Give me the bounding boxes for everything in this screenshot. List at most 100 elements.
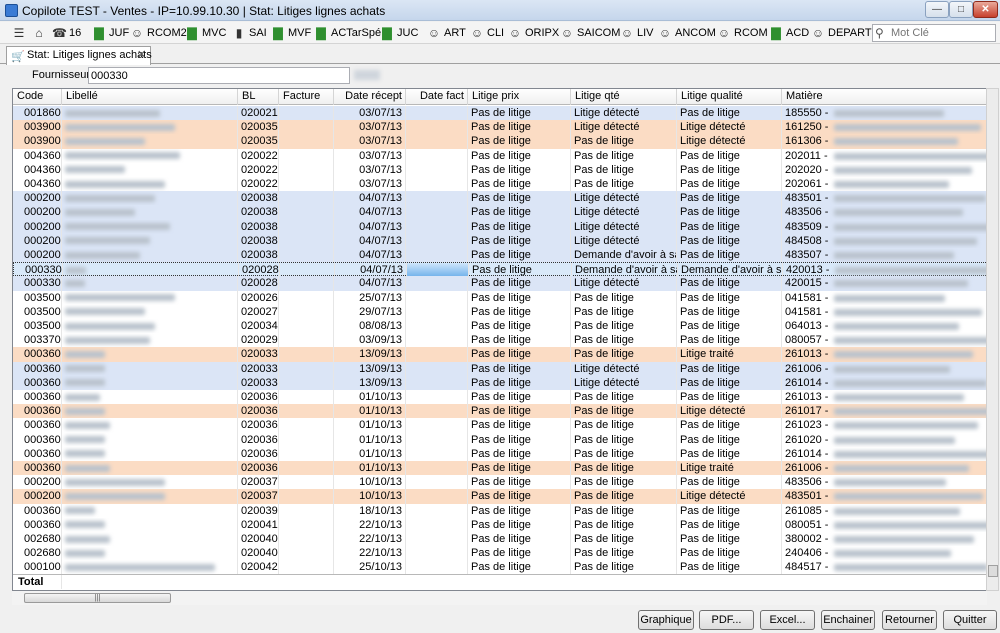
redacted-text <box>834 493 983 501</box>
toolbar-item-juf[interactable]: ▇ JUF <box>92 24 129 42</box>
search-input[interactable] <box>891 26 991 40</box>
toolbar-item-art[interactable]: ☺ ART <box>427 24 466 42</box>
cell-date: 03/07/13 <box>334 106 406 121</box>
toolbar-item-home[interactable]: ⌂ <box>32 24 49 42</box>
table-row[interactable]: 000360 020036 01/10/13 Pas de litige Pas de … <box>13 461 986 476</box>
cell-code: 003500 <box>13 290 62 305</box>
minimize-button[interactable]: — <box>925 1 949 18</box>
table-row[interactable]: 003900 020035 03/07/13 Pas de litige Pas de … <box>13 134 986 149</box>
column-header[interactable]: Litige qté <box>571 89 677 105</box>
table-row[interactable]: 003900 020035 03/07/13 Pas de litige Litige … <box>13 120 986 135</box>
toolbar-item-rcom[interactable]: ☺ RCOM <box>717 24 768 42</box>
cell-libelle <box>62 134 238 149</box>
quitter-button[interactable]: Quitter <box>943 610 997 630</box>
graphique-button[interactable]: Graphique <box>638 610 694 630</box>
table-row[interactable]: 000360 020033 13/09/13 Pas de litige Pas de … <box>13 347 986 362</box>
table-row[interactable]: 000200 020038 04/07/13 Pas de litige Demande… <box>13 248 986 263</box>
toolbar-item-cli[interactable]: ☺ CLI <box>470 24 504 42</box>
table-row[interactable]: 000200 020038 04/07/13 Pas de litige Litige … <box>13 205 986 220</box>
redacted-text <box>65 194 155 202</box>
table-row[interactable]: 003500 020034 08/08/13 Pas de litige Pas de … <box>13 319 986 334</box>
redacted-text <box>834 536 974 543</box>
search-box[interactable]: ⚲ <box>872 24 996 42</box>
column-header[interactable]: Libellé <box>62 89 238 105</box>
table-row[interactable]: 000330 020028 04/07/13 Pas de litige Demande… <box>13 262 986 278</box>
table-row[interactable]: 000360 020041 22/10/13 Pas de litige Pas de … <box>13 517 986 532</box>
table-row[interactable]: 002680 020040 22/10/13 Pas de litige Pas de … <box>13 532 986 547</box>
column-header[interactable]: Matière <box>782 89 986 105</box>
table-row[interactable]: 004360 020022 03/07/13 Pas de litige Pas de … <box>13 177 986 192</box>
cell-code: 002680 <box>13 546 62 561</box>
table-row[interactable]: 000360 020033 13/09/13 Pas de litige Litige … <box>13 361 986 376</box>
cell-qual: Pas de litige <box>677 361 782 376</box>
table-row[interactable]: 000360 020036 01/10/13 Pas de litige Pas de … <box>13 404 986 419</box>
cell-qual: Pas de litige <box>677 560 782 575</box>
enchainer-button[interactable]: Enchainer <box>821 610 875 630</box>
column-header[interactable]: Litige qualité <box>677 89 782 105</box>
cell-prix: Pas de litige <box>468 134 571 149</box>
cell-bl: 020037 <box>238 489 279 504</box>
toolbar-item-mvf[interactable]: ▇ MVF <box>271 24 311 42</box>
table-row[interactable]: 000200 020038 04/07/13 Pas de litige Litige … <box>13 219 986 234</box>
column-header[interactable]: BL <box>238 89 279 105</box>
table-row[interactable]: 000200 020037 10/10/13 Pas de litige Pas de … <box>13 475 986 490</box>
column-header[interactable]: Litige prix <box>468 89 571 105</box>
table-row[interactable]: 003500 020026 25/07/13 Pas de litige Pas de … <box>13 290 986 305</box>
table-row[interactable]: 000330 020028 04/07/13 Pas de litige Litige … <box>13 276 986 291</box>
cell-facture <box>279 347 334 362</box>
table-row[interactable]: 000200 020038 04/07/13 Pas de litige Litige … <box>13 233 986 248</box>
vertical-scroll-thumb[interactable] <box>988 565 998 577</box>
pdf-button[interactable]: PDF... <box>699 610 754 630</box>
toolbar-item-actarspé[interactable]: ▇ ACTarSpé <box>314 24 381 42</box>
table-row[interactable]: 000360 020036 01/10/13 Pas de litige Pas de … <box>13 418 986 433</box>
table-row[interactable]: 003500 020027 29/07/13 Pas de litige Pas de … <box>13 304 986 319</box>
toolbar-item-sai[interactable]: ▮ SAI <box>232 24 267 42</box>
toolbar-item-rcom2[interactable]: ☺ RCOM2 <box>130 24 187 42</box>
table-row[interactable]: 002680 020040 22/10/13 Pas de litige Pas de … <box>13 546 986 561</box>
vertical-scrollbar[interactable] <box>986 88 999 591</box>
retourner-button[interactable]: Retourner <box>882 610 937 630</box>
toolbar-item-juc[interactable]: ▇ JUC <box>380 24 418 42</box>
table-row[interactable]: 003370 020029 03/09/13 Pas de litige Pas de … <box>13 333 986 348</box>
toolbar-item-liv[interactable]: ☺ LIV <box>620 24 654 42</box>
cell-code: 000360 <box>13 517 62 532</box>
table-row[interactable]: 004360 020022 03/07/13 Pas de litige Pas de … <box>13 148 986 163</box>
close-button[interactable]: ✕ <box>973 1 998 18</box>
toolbar-item-oripx[interactable]: ☺ ORIPX <box>508 24 559 42</box>
horizontal-scroll-thumb[interactable]: ||| <box>24 593 171 603</box>
column-header[interactable]: Date récept <box>334 89 406 105</box>
toolbar-item-acd[interactable]: ▇ ACD <box>769 24 809 42</box>
table-row[interactable]: 000200 020038 04/07/13 Pas de litige Litige … <box>13 191 986 206</box>
table-row[interactable]: 000360 020036 01/10/13 Pas de litige Pas de … <box>13 446 986 461</box>
column-header[interactable]: Code <box>13 89 62 105</box>
fournisseur-field[interactable] <box>88 67 350 84</box>
table-row[interactable]: 000100 020042 25/10/13 Pas de litige Pas de … <box>13 560 986 575</box>
excel-button[interactable]: Excel... <box>760 610 815 630</box>
toolbar-item-ancom[interactable]: ☺ ANCOM <box>658 24 716 42</box>
cell-qte: Pas de litige <box>571 162 677 177</box>
redacted-text <box>65 393 100 401</box>
table-row[interactable]: 000360 020033 13/09/13 Pas de litige Litige … <box>13 375 986 390</box>
toolbar-item-mvc[interactable]: ▇ MVC <box>185 24 226 42</box>
toolbar-item-depart[interactable]: ☺ DEPART <box>811 24 872 42</box>
maximize-button[interactable]: □ <box>949 1 973 18</box>
column-header[interactable]: Facture <box>279 89 334 105</box>
tab-stat-litiges[interactable]: 🛒 Stat: Litiges lignes achats ✕ <box>6 46 152 65</box>
table-row[interactable]: 004360 020022 03/07/13 Pas de litige Pas de … <box>13 162 986 177</box>
cell-code: 004360 <box>13 162 62 177</box>
table-row[interactable]: 000360 020039 18/10/13 Pas de litige Pas de … <box>13 503 986 518</box>
table-row[interactable]: 000200 020037 10/10/13 Pas de litige Pas de … <box>13 489 986 504</box>
table-row[interactable]: 001860 020021 03/07/13 Pas de litige Litige … <box>13 106 986 121</box>
cell-qual: Pas de litige <box>677 517 782 532</box>
table-row[interactable]: 000360 020036 01/10/13 Pas de litige Pas de … <box>13 432 986 447</box>
table-row[interactable]: 000360 020036 01/10/13 Pas de litige Pas de … <box>13 390 986 405</box>
cell-prix: Pas de litige <box>468 390 571 405</box>
tab-close-icon[interactable]: ✕ <box>137 47 146 64</box>
toolbar-item-16[interactable]: ☎ 16 <box>52 24 81 42</box>
horizontal-scrollbar[interactable]: ||| <box>12 591 987 605</box>
toolbar-item-label: ACD <box>786 27 810 39</box>
cell-date: 04/07/13 <box>334 276 406 291</box>
column-header[interactable]: Date fact <box>406 89 468 105</box>
toolbar-item-menu[interactable]: ☰ <box>12 24 29 42</box>
toolbar-item-saicom[interactable]: ☺ SAICOM <box>560 24 621 42</box>
